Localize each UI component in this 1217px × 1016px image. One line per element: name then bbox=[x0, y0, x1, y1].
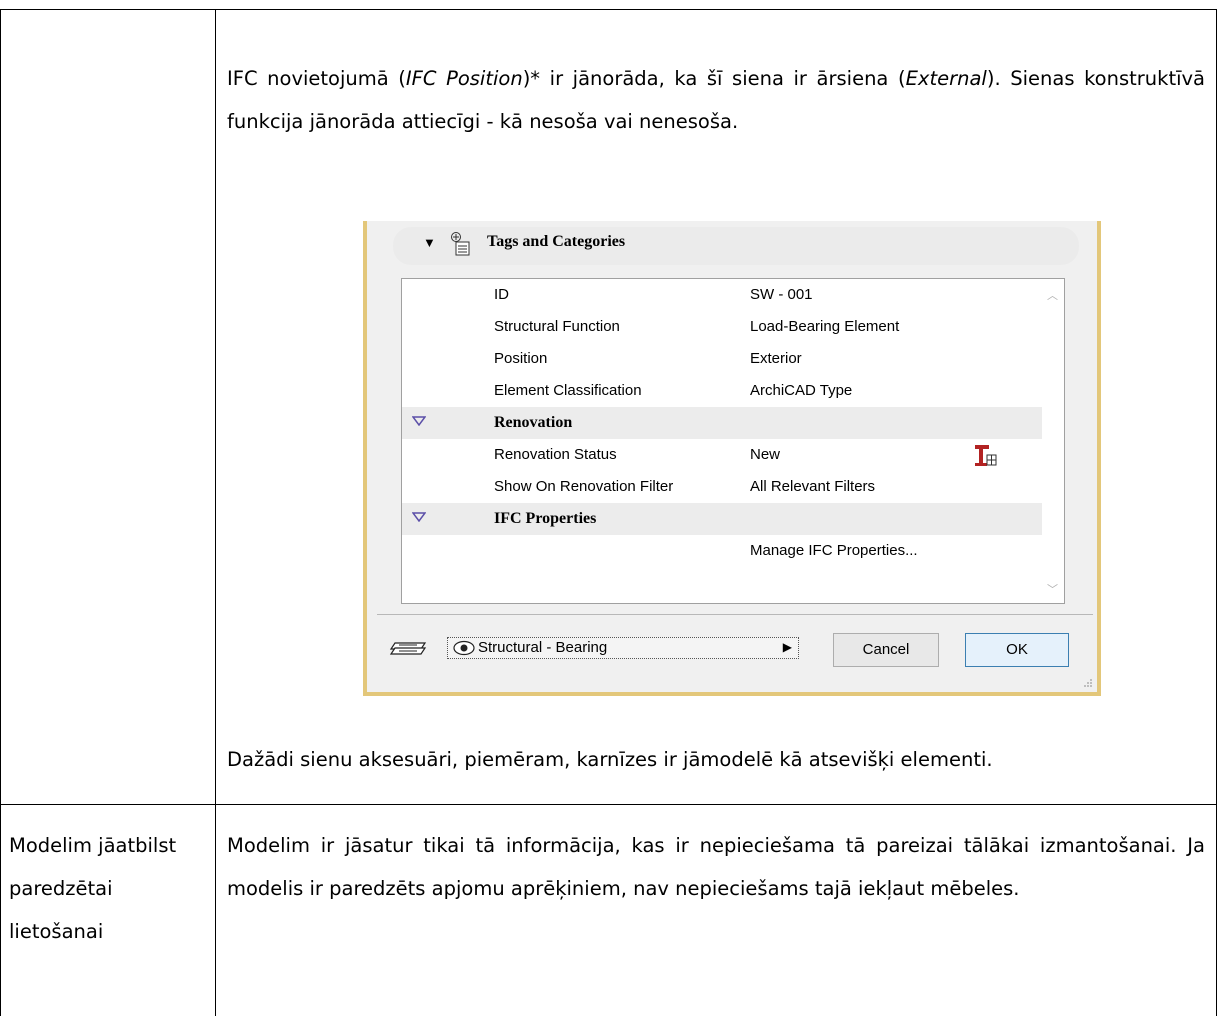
collapse-triangle-icon[interactable]: ▼ bbox=[423, 235, 436, 250]
document-table: IFC novietojumā (IFC Position)* ir jānor… bbox=[0, 0, 1217, 1016]
favorites-selected-value: Structural - Bearing bbox=[478, 639, 608, 656]
property-label: Renovation Status bbox=[494, 446, 617, 463]
property-value[interactable]: Load-Bearing Element bbox=[750, 318, 899, 335]
scroll-down-icon[interactable]: ﹀ bbox=[1047, 581, 1058, 597]
tags-categories-icon bbox=[451, 232, 470, 256]
property-row-renovation-status[interactable]: Renovation Status New bbox=[402, 439, 1042, 471]
tags-and-categories-dialog: ▼ Tags and Categories ID SW - 001 Struct… bbox=[363, 221, 1101, 696]
manage-ifc-properties-link[interactable]: Manage IFC Properties... bbox=[750, 542, 918, 559]
property-label: Position bbox=[494, 350, 548, 367]
property-label: Show On Renovation Filter bbox=[494, 478, 674, 495]
favorites-dropdown[interactable]: Structural - Bearing ▶ bbox=[447, 637, 799, 659]
ok-button[interactable]: OK bbox=[965, 633, 1069, 667]
group-row-ifc-properties[interactable]: IFC Properties bbox=[402, 503, 1042, 535]
expand-triangle-icon[interactable] bbox=[412, 416, 426, 426]
requirement-text: Modelim ir jāsatur tikai tā informācija,… bbox=[227, 834, 1205, 900]
requirement-label: Modelim jāatbilst paredzētai lietošanai bbox=[9, 834, 177, 943]
dialog-separator bbox=[377, 614, 1093, 615]
property-row-show-on-renovation-filter[interactable]: Show On Renovation Filter All Relevant F… bbox=[402, 471, 1042, 503]
property-row-position[interactable]: Position Exterior bbox=[402, 343, 1042, 375]
dialog-panel-title: Tags and Categories bbox=[487, 233, 626, 250]
scroll-up-icon[interactable]: ︿ bbox=[1047, 287, 1058, 303]
property-value[interactable]: Exterior bbox=[750, 350, 802, 367]
table-border-left bbox=[0, 9, 1, 1016]
property-row-id[interactable]: ID SW - 001 bbox=[402, 279, 1042, 311]
property-row-structural-function[interactable]: Structural Function Load-Bearing Element bbox=[402, 311, 1042, 343]
group-label: IFC Properties bbox=[494, 510, 597, 527]
eye-icon bbox=[453, 640, 475, 656]
cancel-button[interactable]: Cancel bbox=[833, 633, 939, 667]
renovation-crane-icon[interactable] bbox=[972, 443, 998, 467]
table-row-divider bbox=[0, 804, 1217, 805]
property-value[interactable]: ArchiCAD Type bbox=[750, 382, 852, 399]
group-label: Renovation bbox=[494, 414, 573, 431]
chevron-right-icon: ▶ bbox=[782, 640, 792, 654]
property-row-manage-ifc[interactable]: Manage IFC Properties... bbox=[402, 535, 1042, 567]
paragraph-ifc-position: IFC novietojumā (IFC Position)* ir jānor… bbox=[227, 67, 1205, 133]
expand-triangle-icon[interactable] bbox=[412, 512, 426, 522]
property-label: Element Classification bbox=[494, 382, 642, 399]
property-label: Structural Function bbox=[494, 318, 620, 335]
property-row-element-classification[interactable]: Element Classification ArchiCAD Type bbox=[402, 375, 1042, 407]
dialog-panel-header[interactable]: ▼ Tags and Categories bbox=[393, 227, 1079, 265]
property-value[interactable]: SW - 001 bbox=[750, 286, 813, 303]
property-label: ID bbox=[494, 286, 509, 303]
properties-list[interactable]: ID SW - 001 Structural Function Load-Bea… bbox=[401, 278, 1065, 604]
table-column-divider bbox=[215, 9, 216, 1016]
property-value[interactable]: All Relevant Filters bbox=[750, 478, 875, 495]
table-border-top bbox=[0, 9, 1217, 10]
group-row-renovation[interactable]: Renovation bbox=[402, 407, 1042, 439]
resize-grip-icon[interactable] bbox=[1083, 678, 1093, 688]
property-value[interactable]: New bbox=[750, 446, 780, 463]
properties-scrollbar[interactable]: ︿ ﹀ bbox=[1042, 279, 1064, 603]
paragraph-wall-accessories: Dažādi sienu aksesuāri, piemēram, karnīz… bbox=[227, 748, 993, 771]
favorites-layers-icon[interactable] bbox=[389, 639, 429, 659]
